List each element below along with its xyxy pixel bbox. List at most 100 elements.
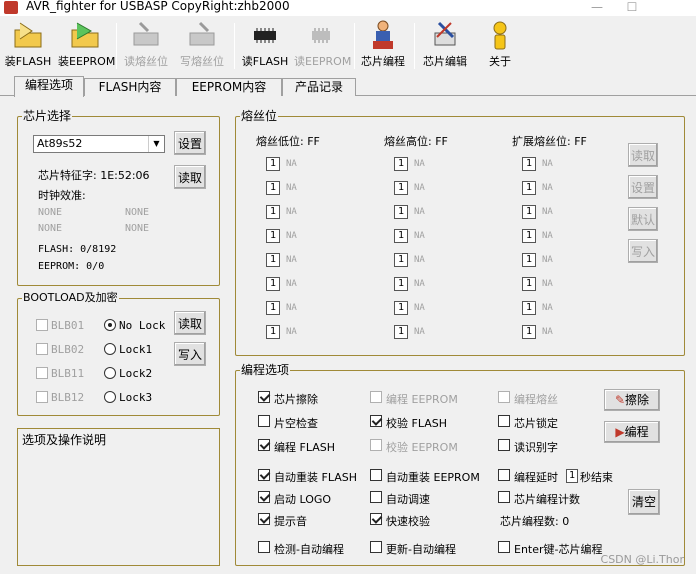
bootload-checkbox[interactable]: [36, 319, 48, 331]
fuse-bit-box[interactable]: 1: [266, 301, 280, 315]
tab-program-options[interactable]: 编程选项: [14, 76, 84, 97]
read-flash-button[interactable]: 读FLASH: [240, 19, 290, 73]
bootload-check-label: BLB01: [51, 319, 85, 332]
fuse-bit-box[interactable]: 1: [394, 277, 408, 291]
about-button[interactable]: 关于: [478, 19, 522, 73]
bootload-check-label: BLB02: [51, 343, 85, 356]
fuse-bit-box[interactable]: 1: [394, 181, 408, 195]
fuse-bit-box[interactable]: 1: [394, 229, 408, 243]
flash-size: FLASH: 0/8192: [38, 244, 117, 255]
option-checkbox[interactable]: [370, 391, 382, 403]
tab-eeprom-content[interactable]: EEPROM内容: [176, 78, 282, 96]
fuse-bit-box[interactable]: 1: [266, 205, 280, 219]
chip-set-button[interactable]: 设置: [174, 131, 206, 155]
fuse-bit-label: NA: [542, 231, 553, 241]
clock-value: NONE: [125, 207, 150, 218]
fuse-bit-label: NA: [414, 255, 425, 265]
option-label: 自动调速: [386, 493, 430, 506]
maximize-button[interactable]: ☐: [612, 0, 652, 16]
fuse-bit-box[interactable]: 1: [394, 253, 408, 267]
fuse-bit-box[interactable]: 1: [522, 277, 536, 291]
fuse-bit-box[interactable]: 1: [266, 325, 280, 339]
delay-checkbox[interactable]: [498, 469, 510, 481]
fuse-bit-box[interactable]: 1: [522, 181, 536, 195]
bootload-group: BOOTLOAD及加密 BLB01 BLB02 BLB11 BLB12 No Lock L…: [17, 291, 220, 416]
chevron-down-icon[interactable]: ▼: [148, 136, 164, 152]
lock-radio[interactable]: [104, 367, 116, 379]
chip-read-button[interactable]: 读取: [174, 165, 206, 189]
lock-radio[interactable]: [104, 343, 116, 355]
auto-program-checkbox[interactable]: [370, 541, 382, 553]
option-checkbox[interactable]: [258, 415, 270, 427]
fuse-bit-box[interactable]: 1: [522, 205, 536, 219]
fuse-bit-box[interactable]: 1: [522, 325, 536, 339]
option-checkbox[interactable]: [498, 391, 510, 403]
load-eeprom-button[interactable]: 装EEPROM: [58, 19, 115, 73]
lock-radio-label: Lock2: [119, 367, 153, 380]
option-checkbox[interactable]: [258, 491, 270, 503]
bootload-read-button[interactable]: 读取: [174, 311, 206, 335]
bootload-checkbox[interactable]: [36, 391, 48, 403]
fuse-bit-box[interactable]: 1: [266, 277, 280, 291]
option-checkbox[interactable]: [370, 415, 382, 427]
chip-select-dropdown[interactable]: At89s52 ▼: [33, 135, 165, 153]
about-icon: [493, 21, 507, 50]
option-label: 片空检查: [274, 417, 318, 430]
option-checkbox[interactable]: [498, 439, 510, 451]
erase-button[interactable]: ✎擦除: [604, 389, 660, 411]
fuse-bit-box[interactable]: 1: [522, 157, 536, 171]
bootload-checkbox[interactable]: [36, 367, 48, 379]
delay-value-field[interactable]: 1: [566, 469, 578, 483]
fuse-bit-box[interactable]: 1: [266, 229, 280, 243]
fuse-bit-label: NA: [542, 279, 553, 289]
program-button[interactable]: ▶编程: [604, 421, 660, 443]
option-checkbox[interactable]: [370, 439, 382, 451]
count-checkbox[interactable]: [498, 491, 510, 503]
fuse-bit-box[interactable]: 1: [394, 205, 408, 219]
option-checkbox[interactable]: [258, 391, 270, 403]
fuse-bit-box[interactable]: 1: [522, 229, 536, 243]
fuse-default-button[interactable]: 默认: [628, 207, 658, 231]
bootload-write-button[interactable]: 写入: [174, 342, 206, 366]
fuse-bit-box[interactable]: 1: [522, 253, 536, 267]
fuse-bit-label: NA: [286, 159, 297, 169]
fuse-bit-box[interactable]: 1: [266, 181, 280, 195]
read-fuse-button[interactable]: 读熔丝位: [120, 19, 172, 73]
option-checkbox[interactable]: [370, 491, 382, 503]
tab-product-record[interactable]: 产品记录: [282, 78, 356, 96]
option-checkbox[interactable]: [258, 513, 270, 525]
read-eeprom-button[interactable]: 读EEPROM: [294, 19, 351, 73]
fuse-bit-box[interactable]: 1: [266, 253, 280, 267]
tab-flash-content[interactable]: FLASH内容: [84, 78, 176, 96]
chip-edit-button[interactable]: 芯片编辑: [418, 19, 472, 73]
fuse-bit-box[interactable]: 1: [394, 157, 408, 171]
bootload-checkbox[interactable]: [36, 343, 48, 355]
clock-value: NONE: [38, 223, 63, 234]
fuse-bit-box[interactable]: 1: [394, 325, 408, 339]
fuse-bit-box[interactable]: 1: [394, 301, 408, 315]
fuse-write-button[interactable]: 写入: [628, 239, 658, 263]
auto-program-checkbox[interactable]: [258, 541, 270, 553]
programmer-person-icon: [373, 20, 393, 49]
auto-program-checkbox[interactable]: [498, 541, 510, 553]
lock-radio[interactable]: [104, 391, 116, 403]
fuse-set-button[interactable]: 设置: [628, 175, 658, 199]
fuse-bit-label: NA: [414, 183, 425, 193]
fuse-high-header: 熔丝高位: FF: [384, 135, 448, 148]
fuse-bit-box[interactable]: 1: [266, 157, 280, 171]
option-checkbox[interactable]: [370, 469, 382, 481]
option-checkbox[interactable]: [370, 513, 382, 525]
clear-button[interactable]: 清空: [628, 489, 660, 515]
clock-value: NONE: [125, 223, 150, 234]
write-fuse-button[interactable]: 写熔丝位: [176, 19, 228, 73]
fuse-bit-box[interactable]: 1: [522, 301, 536, 315]
minimize-button[interactable]: —: [577, 0, 617, 16]
load-flash-button[interactable]: 装FLASH: [4, 19, 52, 73]
lock-radio[interactable]: [104, 319, 116, 331]
option-checkbox[interactable]: [258, 469, 270, 481]
fuse-read-button[interactable]: 读取: [628, 143, 658, 167]
option-checkbox[interactable]: [498, 415, 510, 427]
option-label: 芯片锁定: [514, 417, 558, 430]
chip-program-button[interactable]: 芯片编程: [358, 19, 408, 73]
option-checkbox[interactable]: [258, 439, 270, 451]
